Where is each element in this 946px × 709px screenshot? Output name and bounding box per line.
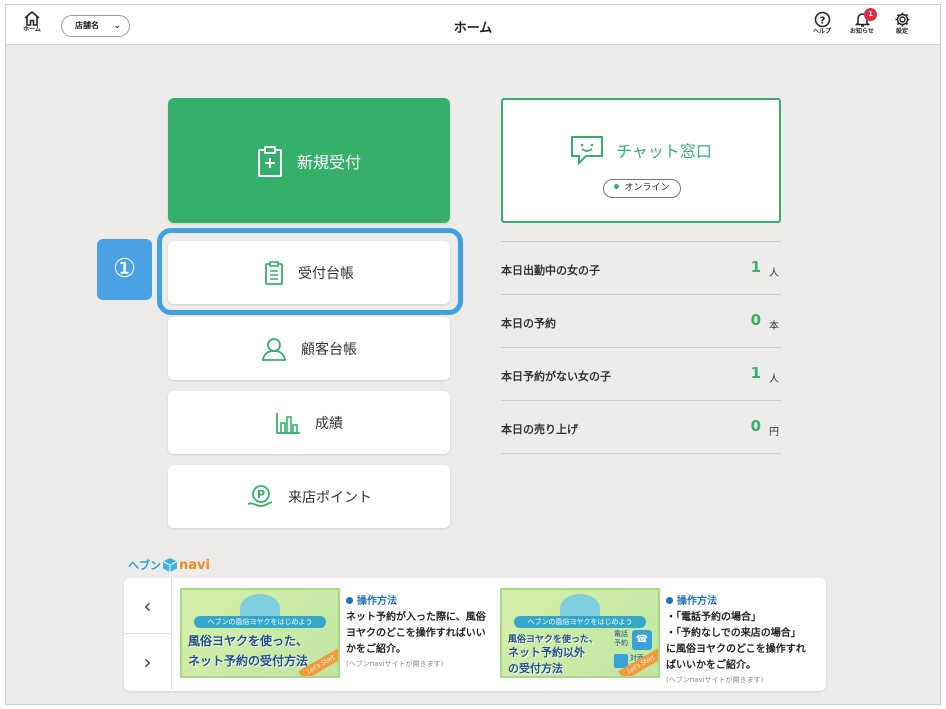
guide-body-line: ネット予約が入った際に、風俗 bbox=[346, 612, 486, 623]
navi-prefix: ヘブン bbox=[128, 559, 161, 572]
new-reception-button[interactable]: 新規受付 bbox=[168, 98, 450, 223]
user-icon bbox=[261, 337, 287, 361]
stat-label: 本日の売り上げ bbox=[501, 423, 578, 436]
heaven-navi-logo: ヘブン navi bbox=[128, 557, 210, 573]
thumbnail-mini-phone: 電話 予約 bbox=[614, 630, 628, 648]
thumbnail-ribbon: ヘブンの風俗ヨヤクをはじめよう bbox=[514, 616, 646, 628]
mini-text: 電話 bbox=[614, 630, 628, 638]
step-marker: ① bbox=[97, 239, 152, 300]
chat-bubble-icon bbox=[571, 136, 604, 165]
notice-label: お知らせ bbox=[850, 28, 874, 35]
stat-label: 本日予約がない女の子 bbox=[501, 370, 611, 383]
guide-thumbnail-net-reservation[interactable]: ヘブンの風俗ヨヤクをはじめよう 風俗ヨヤクを使った、 ネット予約の受付方法 Le… bbox=[180, 588, 340, 678]
stat-row: 本日出勤中の女の子 1 人 bbox=[501, 242, 781, 295]
guide-body-line: かをご紹介。 bbox=[346, 644, 406, 655]
top-bar: ホーム 店舗名 ⌄ ホーム ? ヘルプ 1 お知らせ 設定 bbox=[6, 5, 940, 45]
step-highlight-frame bbox=[157, 228, 463, 315]
svg-text:?: ? bbox=[819, 16, 825, 27]
today-stats: 本日出勤中の女の子 1 人 本日の予約 0 本 本日予約がない女の子 1 人 本… bbox=[501, 241, 781, 454]
guide-note: (ヘブンnaviサイトが開きます) bbox=[346, 660, 444, 668]
stat-row: 本日の売り上げ 0 円 bbox=[501, 401, 781, 454]
guide-heading: 操作方法 bbox=[357, 596, 397, 607]
stat-unit: 人 bbox=[769, 268, 779, 279]
online-status-label: オンライン bbox=[624, 183, 670, 193]
notice-button[interactable]: 1 お知らせ bbox=[847, 8, 877, 36]
help-label: ヘルプ bbox=[812, 28, 831, 35]
settings-button[interactable]: 設定 bbox=[887, 11, 917, 36]
results-label: 成績 bbox=[315, 415, 343, 432]
thumbnail-ribbon: ヘブンの風俗ヨヤクをはじめよう bbox=[194, 616, 326, 628]
mini-text: 予約 bbox=[614, 639, 628, 647]
customer-ledger-label: 顧客台帳 bbox=[301, 341, 357, 358]
guide-banner-carousel: ‹ › ヘブンの風俗ヨヤクをはじめよう 風俗ヨヤクを使った、 ネット予約の受付方… bbox=[124, 578, 826, 691]
visit-points-label: 来店ポイント bbox=[288, 489, 372, 506]
stat-row: 本日の予約 0 本 bbox=[501, 295, 781, 348]
guide-body-line: に風俗ヨヤクのどこを操作すれ bbox=[666, 644, 806, 655]
chat-window-card[interactable]: チャット窓口 オンライン bbox=[501, 98, 781, 223]
results-button[interactable]: 成績 bbox=[168, 391, 450, 454]
gear-icon bbox=[895, 12, 909, 27]
stat-label: 本日出勤中の女の子 bbox=[501, 264, 600, 277]
guide-description[interactable]: 操作方法 ・「電話予約の場合」 ・「予約なしでの来店の場合」 に風俗ヨヤクのどこ… bbox=[666, 594, 806, 686]
stat-value: 0 bbox=[750, 311, 761, 329]
carousel-next-button[interactable]: › bbox=[124, 634, 172, 690]
stat-value: 0 bbox=[750, 417, 761, 435]
stat-value: 1 bbox=[750, 364, 761, 382]
thumbnail-line2: ネット予約以外 bbox=[508, 646, 585, 659]
bullet-icon bbox=[666, 597, 673, 604]
carousel-prev-button[interactable]: ‹ bbox=[124, 578, 172, 634]
navi-word: navi bbox=[179, 557, 210, 573]
online-dot-icon bbox=[614, 184, 620, 189]
guide-thumbnail-other-reception[interactable]: ヘブンの風俗ヨヤクをはじめよう 風俗ヨヤクを使った、 ネット予約以外 の受付方法… bbox=[500, 588, 660, 678]
phone-icon: ☎ bbox=[632, 630, 652, 650]
guide-body-line: ばいいかをご紹介。 bbox=[666, 660, 756, 671]
chevron-right-icon: › bbox=[143, 650, 152, 674]
visit-points-button[interactable]: P 来店ポイント bbox=[168, 465, 450, 528]
thumbnail-line1: 風俗ヨヤクを使った、 bbox=[188, 634, 309, 648]
point-hand-icon: P bbox=[246, 484, 274, 510]
stat-value: 1 bbox=[750, 258, 761, 276]
guide-body-line: ヨヤクのどこを操作すればいい bbox=[346, 628, 486, 639]
customer-ledger-button[interactable]: 顧客台帳 bbox=[168, 317, 450, 380]
bullet-icon bbox=[346, 597, 353, 604]
guide-body-line: ・「電話予約の場合」 bbox=[666, 612, 761, 623]
new-reception-label: 新規受付 bbox=[296, 152, 361, 172]
help-button[interactable]: ? ヘルプ bbox=[807, 11, 837, 36]
online-status-badge: オンライン bbox=[603, 179, 681, 198]
stat-row: 本日予約がない女の子 1 人 bbox=[501, 348, 781, 401]
clipboard-plus-icon bbox=[257, 145, 283, 177]
bar-chart-icon bbox=[275, 411, 301, 435]
guide-note: (ヘブンnaviサイトが開きます) bbox=[666, 676, 764, 684]
chat-title: チャット窓口 bbox=[616, 142, 712, 161]
guide-heading: 操作方法 bbox=[677, 596, 717, 607]
chevron-left-icon: ‹ bbox=[143, 593, 152, 618]
app-window: ホーム 店舗名 ⌄ ホーム ? ヘルプ 1 お知らせ 設定 新規受付 受付台帳 … bbox=[5, 4, 941, 705]
guide-body-line: ・「予約なしでの来店の場合」 bbox=[666, 628, 801, 639]
help-icon: ? bbox=[814, 11, 830, 28]
thumbnail-line3: の受付方法 bbox=[508, 662, 563, 675]
thumbnail-line2: ネット予約の受付方法 bbox=[188, 654, 309, 668]
page-title: ホーム bbox=[453, 21, 493, 36]
notice-count-badge: 1 bbox=[864, 8, 877, 21]
stat-label: 本日の予約 bbox=[501, 317, 556, 330]
stat-unit: 本 bbox=[769, 321, 779, 332]
settings-label: 設定 bbox=[895, 28, 908, 35]
guide-description[interactable]: 操作方法 ネット予約が入った際に、風俗 ヨヤクのどこを操作すればいい かをご紹介… bbox=[346, 594, 486, 670]
stat-unit: 人 bbox=[769, 374, 779, 385]
svg-text:P: P bbox=[257, 488, 265, 501]
cube-logo-icon bbox=[162, 558, 178, 572]
stat-unit: 円 bbox=[769, 427, 779, 438]
